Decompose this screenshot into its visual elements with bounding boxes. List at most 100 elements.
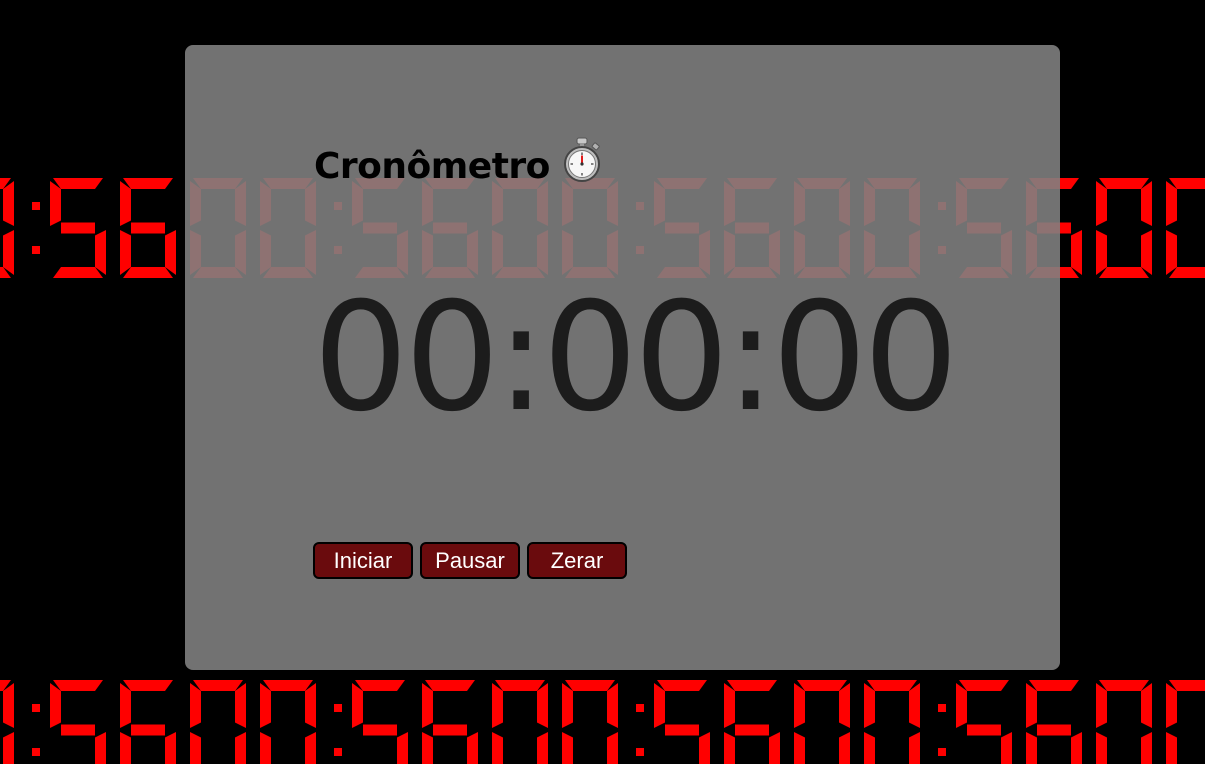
background-digit-segment	[61, 222, 95, 234]
background-digit-segment	[1096, 732, 1107, 764]
background-digit-segment	[263, 680, 313, 691]
background-digit-segment	[724, 732, 735, 764]
pause-button[interactable]: Pausar	[420, 542, 520, 579]
background-digit-segment	[131, 222, 165, 234]
background-digit-segment	[165, 230, 176, 275]
background-colon-dot	[32, 704, 40, 712]
background-digit-segment	[562, 683, 573, 728]
background-digit-segment	[1141, 683, 1152, 728]
background-digit-segment	[3, 181, 14, 226]
background-digit-segment	[1071, 732, 1082, 764]
background-digit-segment	[1096, 230, 1107, 275]
background-colon-dot	[636, 704, 644, 712]
background-digit-segment	[492, 732, 503, 764]
background-digit-segment	[654, 683, 665, 728]
background-digit-segment	[53, 680, 103, 691]
background-digit-segment	[120, 683, 131, 728]
background-digit-segment	[607, 732, 618, 764]
background-digit-segment	[867, 680, 917, 691]
background-digit-segment	[3, 230, 14, 275]
background-digit-segment	[562, 732, 573, 764]
background-digit-segment	[422, 732, 433, 764]
background-digit-segment	[190, 683, 201, 728]
background-digit-segment	[1029, 680, 1079, 691]
background-colon-dot	[32, 748, 40, 756]
background-digit-segment	[839, 683, 850, 728]
background-colon-dot	[32, 246, 40, 254]
background-digit-segment	[53, 267, 103, 278]
background-colon-dot	[32, 202, 40, 210]
background-digit-segment	[735, 724, 769, 736]
stopwatch-panel: Cronômetro 00:00:00 Iniciar Pausar Zerar	[185, 45, 1060, 670]
background-digit-segment	[433, 724, 467, 736]
background-digit-segment	[467, 732, 478, 764]
background-digit-segment	[1096, 181, 1107, 226]
reset-button[interactable]: Zerar	[527, 542, 627, 579]
background-digit-segment	[165, 732, 176, 764]
background-digit-segment	[235, 732, 246, 764]
time-display: 00:00:00	[313, 271, 959, 445]
background-digit-segment	[797, 680, 847, 691]
background-digit-segment	[260, 683, 271, 728]
background-digit-segment	[3, 732, 14, 764]
title-text: Cronômetro	[314, 145, 550, 187]
background-digit-segment	[794, 732, 805, 764]
background-digit-segment	[397, 732, 408, 764]
background-digit-segment	[1099, 267, 1149, 278]
background-digit-segment	[61, 724, 95, 736]
background-digit-segment	[1026, 683, 1037, 728]
background-digit-segment	[120, 181, 131, 226]
start-button[interactable]: Iniciar	[313, 542, 413, 579]
background-digit-segment	[50, 683, 61, 728]
background-digit-segment	[260, 732, 271, 764]
background-digit-segment	[565, 680, 615, 691]
background-digit-segment	[727, 680, 777, 691]
background-digit-segment	[123, 267, 173, 278]
background-digit-segment	[699, 732, 710, 764]
background-digit-segment	[864, 732, 875, 764]
page-title: Cronômetro	[314, 137, 604, 189]
background-digit-segment	[53, 178, 103, 189]
background-digit-segment	[305, 683, 316, 728]
background-digit-segment	[864, 683, 875, 728]
background-digit-segment	[422, 683, 433, 728]
background-digit-segment	[1026, 732, 1037, 764]
background-digit-segment	[193, 680, 243, 691]
background-digit-segment	[956, 683, 967, 728]
background-digit-segment	[235, 683, 246, 728]
background-colon-dot	[334, 704, 342, 712]
stopwatch-icon	[560, 137, 604, 183]
background-colon-dot	[938, 704, 946, 712]
background-digit-segment	[909, 683, 920, 728]
background-digit-segment	[839, 732, 850, 764]
background-digit-segment	[769, 732, 780, 764]
background-digit-segment	[657, 680, 707, 691]
background-colon-dot	[334, 748, 342, 756]
background-digit-segment	[363, 724, 397, 736]
background-digit-segment	[1166, 230, 1177, 275]
background-digit-segment	[120, 732, 131, 764]
background-digit-segment	[495, 680, 545, 691]
background-digit-segment	[1166, 732, 1177, 764]
background-digit-segment	[3, 683, 14, 728]
background-digit-segment	[95, 732, 106, 764]
background-digit-segment	[123, 178, 173, 189]
background-digits-bottom	[0, 672, 1205, 764]
background-digit-segment	[724, 683, 735, 728]
background-digit-segment	[1001, 732, 1012, 764]
background-digit-segment	[190, 732, 201, 764]
background-digit-segment	[425, 680, 475, 691]
background-digit-segment	[131, 724, 165, 736]
background-digit-segment	[959, 680, 1009, 691]
background-digit-segment	[1141, 732, 1152, 764]
background-digit-segment	[1141, 230, 1152, 275]
background-digit-segment	[95, 230, 106, 275]
background-colon-dot	[636, 748, 644, 756]
background-digit-segment	[1099, 680, 1149, 691]
background-digit-segment	[1099, 178, 1149, 189]
background-digit-segment	[665, 724, 699, 736]
background-digit-segment	[492, 683, 503, 728]
background-digit-segment	[1096, 683, 1107, 728]
background-digit-segment	[1037, 724, 1071, 736]
background-digit-segment	[1141, 181, 1152, 226]
